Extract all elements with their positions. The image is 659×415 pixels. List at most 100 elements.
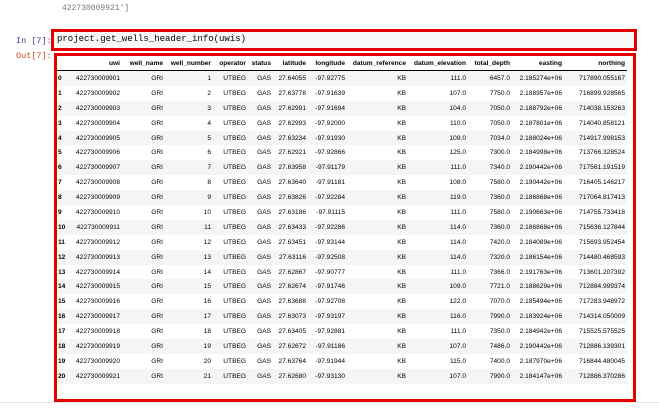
cell-datum-elevation: 119.0 <box>408 190 468 206</box>
table-row: 16 422730009917 GRI 17 UTBEG GAS 27.63073 -97.9… <box>57 309 627 325</box>
cell-well-number: 21 <box>165 368 213 384</box>
cell-index: 14 <box>57 279 71 295</box>
cell-easting: 2.190442e+06 <box>519 179 562 187</box>
cell-well-number: 10 <box>203 208 211 216</box>
cell-well-name: GRI <box>151 357 163 365</box>
cell-total-depth: 7034.0 <box>468 130 512 146</box>
cell-total-depth: 7050.0 <box>468 100 512 116</box>
cell-datum-reference: KB <box>347 70 408 86</box>
cell-well-number: 18 <box>203 328 211 336</box>
code-cell-editor[interactable]: project.get_wells_header_info(uwis) <box>51 29 637 51</box>
cell-uwi: 422730009910 <box>75 208 120 216</box>
cell-index: 6 <box>57 160 71 176</box>
cell-longitude: -97.91930 <box>308 130 347 146</box>
cell-latitude: 27.62867 <box>278 268 306 276</box>
cell-well-name: GRI <box>151 119 163 127</box>
cell-uwi: 422730009915 <box>71 279 122 295</box>
cell-datum-elevation: 104.0 <box>408 100 468 116</box>
table-row: 5 422730009906 GRI 6 UTBEG GAS 27.62921 -97.928… <box>57 145 627 160</box>
cell-datum-elevation: 111.0 <box>450 328 466 336</box>
cell-uwi: 422730009920 <box>75 357 120 365</box>
cell-status: GAS <box>248 130 273 146</box>
cell-northing: 716899.928565 <box>579 89 625 97</box>
column-header-latitude: latitude <box>273 56 308 71</box>
cell-well-name: GRI <box>122 130 165 146</box>
cell-well-number: 15 <box>165 279 213 295</box>
cell-operator: UTBEG <box>213 130 248 146</box>
cell-index: 18 <box>57 339 71 354</box>
cell-status: GAS <box>248 100 273 116</box>
cell-uwi: 422730009904 <box>75 119 120 127</box>
cell-latitude: 27.63640 <box>278 179 306 187</box>
cell-status: GAS <box>257 119 271 127</box>
column-header-longitude: longitude <box>308 56 347 71</box>
cell-index: 13 <box>58 268 66 276</box>
cell-latitude: 27.63433 <box>273 219 308 235</box>
column-header-total-depth: total_depth <box>468 56 512 71</box>
cell-northing: 714917.998153 <box>564 130 627 146</box>
wells-header-table: uwi well_name well_number operator status lat… <box>57 56 627 384</box>
cell-northing: 712884.999374 <box>564 279 627 295</box>
cell-well-name: GRI <box>122 339 165 354</box>
table-row: 7 422730009908 GRI 8 UTBEG GAS 27.63640 -97.911… <box>57 175 627 190</box>
cell-datum-elevation: 111.0 <box>450 208 466 216</box>
cell-index: 17 <box>58 328 66 336</box>
cell-northing: 717561.191519 <box>564 160 627 176</box>
cell-uwi: 422730009913 <box>71 249 122 265</box>
column-header-easting: easting <box>512 56 564 71</box>
cell-index: 7 <box>58 179 62 187</box>
cell-total-depth: 7420.0 <box>489 238 510 246</box>
cell-easting: 2.184998e+06 <box>519 149 562 157</box>
table-row: 11 422730009912 GRI 12 UTBEG GAS 27.63451 -97.9… <box>57 235 627 250</box>
table-row: 8 422730009909 GRI 9 UTBEG GAS 27.63826 -97.922… <box>57 190 627 206</box>
output-prompt: Out[7]: <box>16 51 52 61</box>
cell-operator: UTBEG <box>213 160 248 176</box>
cell-longitude: -97.91639 <box>315 89 345 97</box>
cell-longitude: -97.91179 <box>308 160 347 176</box>
cell-latitude: 27.63764 <box>278 357 306 365</box>
cell-uwi: 422730009917 <box>71 309 122 325</box>
cell-latitude: 27.62674 <box>273 279 308 295</box>
cell-well-name: GRI <box>151 268 163 276</box>
cell-datum-reference: KB <box>347 309 408 325</box>
cell-index: 9 <box>58 208 62 216</box>
cell-index: 2 <box>57 100 71 116</box>
cell-uwi: 422730009903 <box>71 100 122 116</box>
code-text[interactable]: project.get_wells_header_info(uwis) <box>57 34 246 44</box>
cell-total-depth: 7070.0 <box>489 298 510 306</box>
cell-total-depth: 6457.0 <box>468 70 512 86</box>
cell-longitude: -97.93144 <box>315 238 345 246</box>
cell-easting: 2.188792e+06 <box>512 100 564 116</box>
cell-datum-elevation: 107.0 <box>408 339 468 354</box>
table-body: 0 422730009901 GRI 1 UTBEG GAS 27.64055 -97.927… <box>57 70 627 384</box>
cell-northing: 714314.050009 <box>564 309 627 325</box>
cell-well-name: GRI <box>122 190 165 206</box>
cell-well-number: 12 <box>203 238 211 246</box>
cell-datum-reference: KB <box>347 368 408 384</box>
cell-status: GAS <box>257 179 271 187</box>
cell-datum-elevation: 107.0 <box>449 89 466 97</box>
cell-northing: 714038.153263 <box>564 100 627 116</box>
table-header-row: uwi well_name well_number operator status lat… <box>57 56 627 71</box>
cell-well-number: 13 <box>165 249 213 265</box>
cell-datum-reference: KB <box>397 208 406 216</box>
cell-longitude: -97.92775 <box>308 70 347 86</box>
cell-well-number: 17 <box>165 309 213 325</box>
column-header-index <box>57 56 71 71</box>
cell-datum-elevation: 109.0 <box>408 130 468 146</box>
cell-index: 4 <box>57 130 71 146</box>
cell-total-depth: 7721.0 <box>468 279 512 295</box>
cell-operator: UTBEG <box>223 268 246 276</box>
cell-easting: 2.184089e+06 <box>519 238 562 246</box>
cell-northing: 715693.952454 <box>579 238 625 246</box>
cell-longitude: -97.91186 <box>308 339 347 354</box>
table-row: 19 422730009920 GRI 20 UTBEG GAS 27.63764 -97.9… <box>57 354 627 369</box>
cell-total-depth: 7050.0 <box>489 119 510 127</box>
cell-easting: 2.186868e+06 <box>512 219 564 235</box>
cell-total-depth: 7350.0 <box>489 328 510 336</box>
cell-latitude: 27.63186 <box>278 208 306 216</box>
cell-operator: UTBEG <box>213 368 248 384</box>
cell-latitude: 27.62993 <box>278 119 306 127</box>
cell-uwi: 422730009919 <box>71 339 122 354</box>
cell-datum-reference: KB <box>347 279 408 295</box>
